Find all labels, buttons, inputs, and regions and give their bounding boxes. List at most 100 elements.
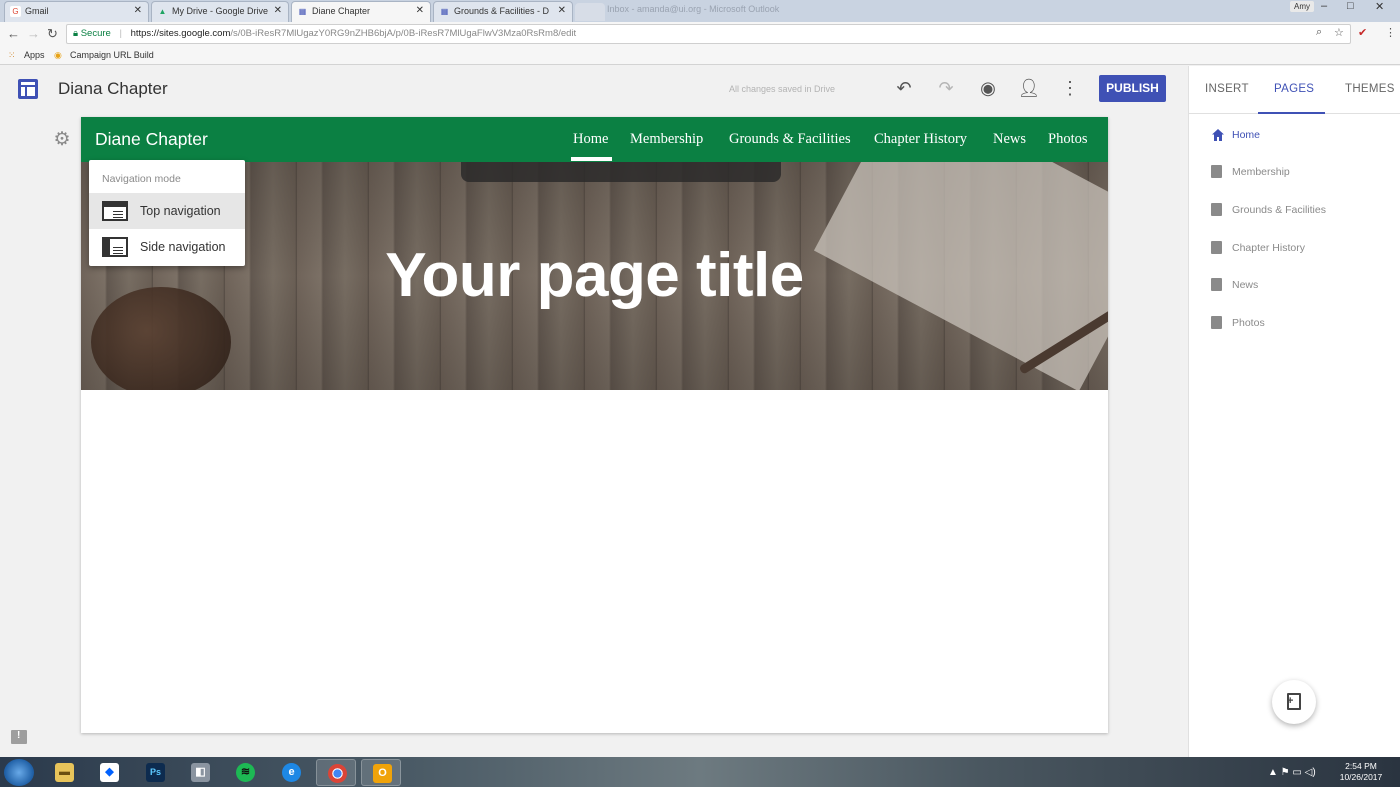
nav-link-grounds-facilities[interactable]: Grounds & Facilities — [729, 131, 851, 148]
close-tab-icon[interactable]: ✕ — [558, 5, 566, 16]
taskbar-internet-explorer[interactable]: e — [271, 759, 311, 786]
option-label: Top navigation — [140, 204, 221, 218]
nav-link-chapter-history[interactable]: Chapter History — [874, 131, 967, 148]
taskbar-file-explorer[interactable]: ▬ — [44, 759, 84, 786]
feedback-icon[interactable] — [11, 730, 27, 744]
sites-favicon-icon: ▦ — [440, 7, 449, 16]
lock-icon: 🔒︎ — [73, 28, 79, 39]
tab-themes[interactable]: THEMES — [1345, 83, 1395, 95]
nav-link-membership[interactable]: Membership — [630, 131, 703, 148]
browser-tab-grounds[interactable]: ▦ Grounds & Facilities - D ✕ — [433, 1, 573, 22]
address-bar[interactable]: 🔒︎ Secure | https://sites.google.com/s/0… — [66, 24, 1351, 44]
extension-icon[interactable]: ✔ — [1358, 26, 1367, 39]
right-side-panel: INSERT PAGES THEMES Home Membership Grou… — [1188, 66, 1400, 757]
sites-editor-header: Diana Chapter All changes saved in Drive… — [0, 66, 1188, 112]
bookmark-campaign-url-builder[interactable]: Campaign URL Build — [70, 50, 154, 60]
page-file-icon — [1211, 278, 1222, 291]
chrome-icon — [328, 764, 347, 783]
maximize-icon[interactable]: □ — [1347, 0, 1354, 12]
system-clock[interactable]: 2:54 PM 10/26/2017 — [1338, 761, 1384, 783]
browser-tab-drive[interactable]: ▲ My Drive - Google Drive ✕ — [151, 1, 289, 22]
tab-title: Grounds & Facilities - D — [454, 6, 550, 16]
page-label: Photos — [1232, 317, 1265, 329]
secure-label: Secure — [80, 28, 111, 39]
home-icon — [1212, 129, 1224, 141]
bookmark-apps[interactable]: Apps — [24, 50, 45, 60]
add-page-button[interactable] — [1272, 680, 1316, 724]
site-header[interactable]: Diane Chapter Home Membership Grounds & … — [81, 117, 1108, 162]
reload-icon[interactable]: ↻ — [47, 26, 58, 42]
app-icon: ◧ — [191, 763, 210, 782]
windows-taskbar: ▬ ◆ Ps ◧ ≋ e O — [0, 757, 1400, 787]
page-file-icon — [1211, 241, 1222, 254]
tab-pages[interactable]: PAGES — [1274, 83, 1314, 95]
page-label: Home — [1232, 129, 1261, 141]
zoom-icon[interactable]: ⌕ — [1316, 26, 1322, 39]
active-nav-indicator — [571, 157, 612, 161]
sites-favicon-icon: ▦ — [298, 7, 307, 16]
site-document-title[interactable]: Diana Chapter — [58, 79, 168, 99]
nav-link-home[interactable]: Home — [573, 131, 608, 148]
taskbar-photoshop[interactable]: Ps — [135, 759, 175, 786]
taskbar-app[interactable]: ◧ — [180, 759, 220, 786]
nav-link-news[interactable]: News — [993, 131, 1026, 148]
close-tab-icon[interactable]: ✕ — [274, 5, 282, 16]
drive-favicon-icon: ▲ — [158, 7, 167, 16]
photoshop-icon: Ps — [146, 763, 165, 782]
outlook-icon: O — [373, 764, 392, 783]
taskbar-chrome[interactable] — [316, 759, 356, 786]
browser-tab-diane-chapter[interactable]: ▦ Diane Chapter ✕ — [291, 1, 431, 22]
background-window-title: Inbox - amanda@ui.org - Microsoft Outloo… — [607, 4, 780, 14]
redo-icon[interactable]: ↷ — [934, 76, 958, 100]
browser-toolbar: ← → ↻ 🔒︎ Secure | https://sites.google.c… — [0, 22, 1400, 46]
tab-insert[interactable]: INSERT — [1205, 83, 1249, 95]
active-tab-indicator — [1258, 112, 1325, 114]
navigation-mode-menu: Navigation mode Top navigation Side navi… — [89, 160, 245, 266]
browser-menu-icon[interactable]: ⋮ — [1385, 26, 1396, 39]
undo-icon[interactable]: ↶ — [892, 76, 916, 100]
tab-title: My Drive - Google Drive — [172, 6, 269, 16]
page-file-icon — [1211, 165, 1222, 178]
option-top-navigation[interactable]: Top navigation — [89, 193, 245, 229]
more-options-icon[interactable]: ⋮ — [1058, 76, 1082, 100]
page-file-icon — [1211, 203, 1222, 216]
url-path: /s/0B-iResR7MlUgazY0RG9nZHB6bjA/p/0B-iRe… — [230, 28, 577, 39]
taskbar-outlook[interactable]: O — [361, 759, 401, 786]
taskbar-spotify[interactable]: ≋ — [225, 759, 265, 786]
browser-tab-gmail[interactable]: G Gmail ✕ — [4, 1, 149, 22]
navigation-mode-heading: Navigation mode — [102, 173, 181, 185]
back-arrow-icon[interactable]: ← — [7, 26, 20, 41]
minimize-icon[interactable]: – — [1321, 0, 1327, 12]
tab-title: Diane Chapter — [312, 6, 371, 16]
gmail-favicon-icon: G — [10, 6, 21, 17]
preview-eye-icon[interactable]: ◉ — [976, 76, 1000, 100]
windows-start-button[interactable] — [4, 759, 34, 786]
nav-link-photos[interactable]: Photos — [1048, 131, 1088, 148]
spotify-icon: ≋ — [236, 763, 255, 782]
site-name[interactable]: Diane Chapter — [95, 129, 208, 150]
clock-date: 10/26/2017 — [1339, 772, 1383, 782]
add-page-icon — [1287, 693, 1301, 710]
google-sites-logo-icon[interactable] — [18, 79, 38, 99]
forward-arrow-icon[interactable]: → — [27, 26, 40, 41]
publish-button[interactable]: PUBLISH — [1099, 75, 1166, 102]
bookmark-star-icon[interactable]: ☆ — [1334, 26, 1344, 39]
close-tab-icon[interactable]: ✕ — [416, 5, 424, 16]
close-tab-icon[interactable]: ✕ — [134, 5, 142, 16]
page-label: Grounds & Facilities — [1232, 204, 1326, 216]
settings-gear-icon[interactable]: ⚙ — [51, 129, 73, 151]
option-side-navigation[interactable]: Side navigation — [89, 229, 245, 265]
bookmarks-bar: ⁙ Apps ◉ Campaign URL Build — [0, 46, 1400, 65]
new-tab-button[interactable] — [575, 3, 605, 21]
taskbar-dropbox[interactable]: ◆ — [89, 759, 129, 786]
share-add-person-icon[interactable]: 👤︎ — [1017, 76, 1041, 100]
system-tray-icons[interactable]: ▲ ⚑ ▭ ◁) — [1268, 767, 1316, 778]
dropbox-icon: ◆ — [100, 763, 119, 782]
close-window-icon[interactable]: ✕ — [1375, 0, 1384, 13]
user-profile-chip[interactable]: Amy — [1290, 1, 1314, 12]
clock-time: 2:54 PM — [1345, 761, 1377, 771]
side-navigation-icon — [102, 237, 128, 257]
option-label: Side navigation — [140, 240, 226, 254]
address-separator: | — [119, 28, 122, 39]
top-navigation-icon — [102, 201, 128, 221]
